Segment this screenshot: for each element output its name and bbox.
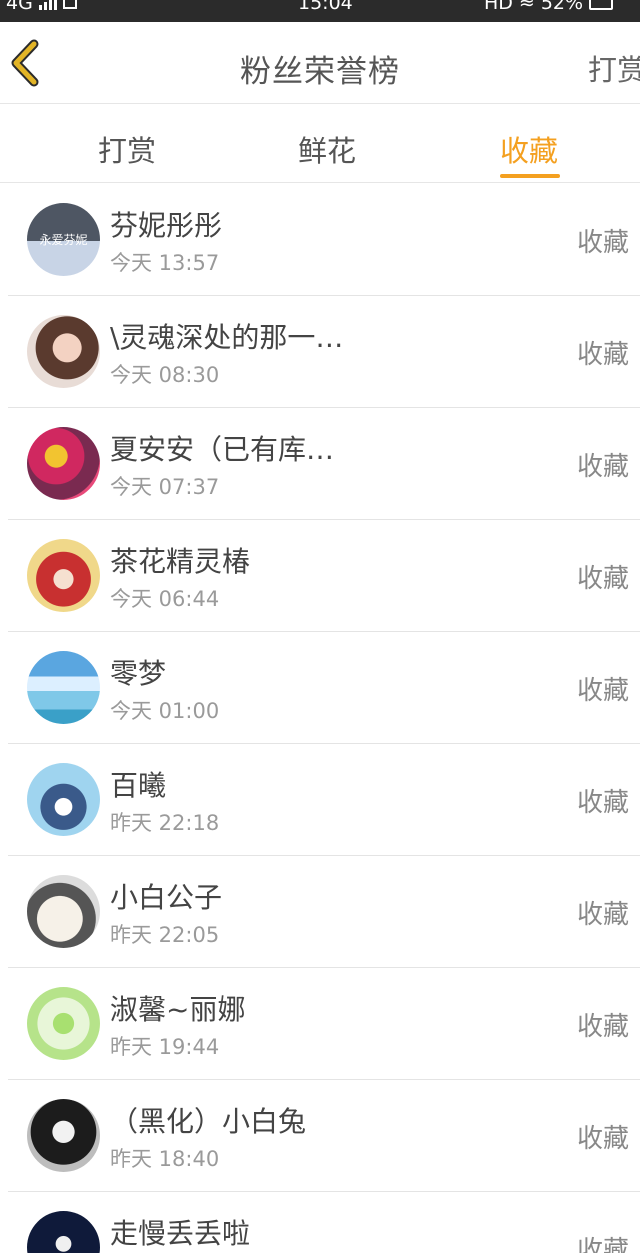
avatar-image <box>27 763 100 836</box>
battery-percent: 52% <box>540 0 584 14</box>
action-label: 收藏 <box>577 788 630 818</box>
fan-name: 小白公子 <box>110 881 223 914</box>
nav-bar: 粉丝荣誉榜 打赏 <box>0 22 640 104</box>
action-label: 收藏 <box>577 1012 630 1042</box>
page-title: 粉丝荣誉榜 <box>240 54 400 90</box>
avatar-image <box>27 427 100 500</box>
avatar-image <box>27 651 100 724</box>
action-label: 收藏 <box>577 452 630 482</box>
avatar-image <box>27 987 100 1060</box>
list-item[interactable]: 永爱芬妮 芬妮彤彤今天 13:57 收藏 <box>0 184 640 296</box>
fan-time: 昨天 18:40 <box>110 1147 220 1171</box>
network-label: 4G <box>6 0 33 14</box>
notification-icon <box>62 0 77 9</box>
fan-name: 百曦 <box>110 769 167 802</box>
fan-time: 今天 07:37 <box>110 475 220 499</box>
fan-time: 今天 13:57 <box>110 251 220 275</box>
list-item[interactable]: 零梦今天 01:00 收藏 <box>0 632 640 744</box>
action-label: 收藏 <box>577 340 630 370</box>
list-item[interactable]: 茶花精灵椿今天 06:44 收藏 <box>0 520 640 632</box>
fan-list: 永爱芬妮 芬妮彤彤 今天 13:57 收藏 \灵魂深处的那一… 今天 08:30 收藏 夏安安… <box>0 184 640 1253</box>
fan-name: 芬妮彤彤 <box>110 209 223 242</box>
tab-reward[interactable]: 打赏 <box>98 128 156 170</box>
avatar[interactable] <box>27 539 100 612</box>
avatar[interactable] <box>27 1099 100 1172</box>
avatar[interactable] <box>27 987 100 1060</box>
action-label: 收藏 <box>577 1236 630 1253</box>
fan-time: 昨天 19:44 <box>110 1035 220 1059</box>
active-tab-indicator <box>500 174 560 178</box>
fan-name: 茶花精灵椿 <box>110 545 251 578</box>
avatar[interactable] <box>27 1211 100 1253</box>
fan-name: 夏安安（已有库… <box>110 433 335 466</box>
list-item[interactable]: 百曦昨天 22:18 收藏 <box>0 744 640 856</box>
list-item[interactable]: \灵魂深处的那一… 今天 08:30 收藏 <box>0 296 640 408</box>
fan-name: （黑化）小白兔 <box>110 1105 307 1138</box>
fan-time: 今天 06:44 <box>110 587 220 611</box>
avatar-image <box>27 315 100 388</box>
avatar[interactable]: 永爱芬妮 <box>27 203 100 276</box>
avatar-image <box>27 539 100 612</box>
avatar[interactable] <box>27 315 100 388</box>
avatar[interactable] <box>27 427 100 500</box>
hd-label: HD <box>484 0 513 14</box>
action-label: 收藏 <box>577 228 630 258</box>
wifi-icon: ≈ <box>518 0 535 14</box>
fan-name: 淑馨~丽娜 <box>110 993 246 1026</box>
avatar[interactable] <box>27 875 100 948</box>
tab-flowers[interactable]: 鲜花 <box>298 128 356 170</box>
fan-name: 走慢丢丢啦 <box>110 1217 251 1250</box>
fan-name: 零梦 <box>110 657 167 690</box>
avatar-text: 永爱芬妮 <box>39 233 88 247</box>
fan-time: 今天 08:30 <box>110 363 220 387</box>
list-item[interactable]: 小白公子昨天 22:05 收藏 <box>0 856 640 968</box>
battery-icon <box>589 0 614 10</box>
fan-time: 今天 01:00 <box>110 699 220 723</box>
list-item[interactable]: （黑化）小白兔昨天 18:40 收藏 <box>0 1080 640 1192</box>
list-item[interactable]: 淑馨~丽娜昨天 19:44 收藏 <box>0 968 640 1080</box>
tab-favorites[interactable]: 收藏 <box>500 128 558 170</box>
avatar-image <box>27 875 100 948</box>
list-item[interactable]: 走慢丢丢啦收藏 <box>0 1192 640 1253</box>
fan-time: 昨天 22:18 <box>110 811 220 835</box>
list-item[interactable]: 夏安安（已有库… 今天 07:37 收藏 <box>0 408 640 520</box>
fan-time: 昨天 22:05 <box>110 923 220 947</box>
action-label: 收藏 <box>577 564 630 594</box>
avatar-image <box>27 1211 100 1253</box>
tab-bar: 打赏 鲜花 收藏 <box>0 104 640 183</box>
avatar[interactable] <box>27 763 100 836</box>
avatar[interactable] <box>27 651 100 724</box>
action-label: 收藏 <box>577 676 630 706</box>
avatar-image <box>27 1099 100 1172</box>
reward-link[interactable]: 打赏 <box>588 47 640 89</box>
fan-name: \灵魂深处的那一… <box>110 321 344 354</box>
clock: 15:04 <box>298 0 353 14</box>
action-label: 收藏 <box>577 900 630 930</box>
signal-icon <box>38 0 57 10</box>
action-label: 收藏 <box>577 1124 630 1154</box>
avatar-image: 永爱芬妮 <box>27 203 100 276</box>
status-bar: 4G 15:04 HD ≈ 52% <box>0 0 640 22</box>
